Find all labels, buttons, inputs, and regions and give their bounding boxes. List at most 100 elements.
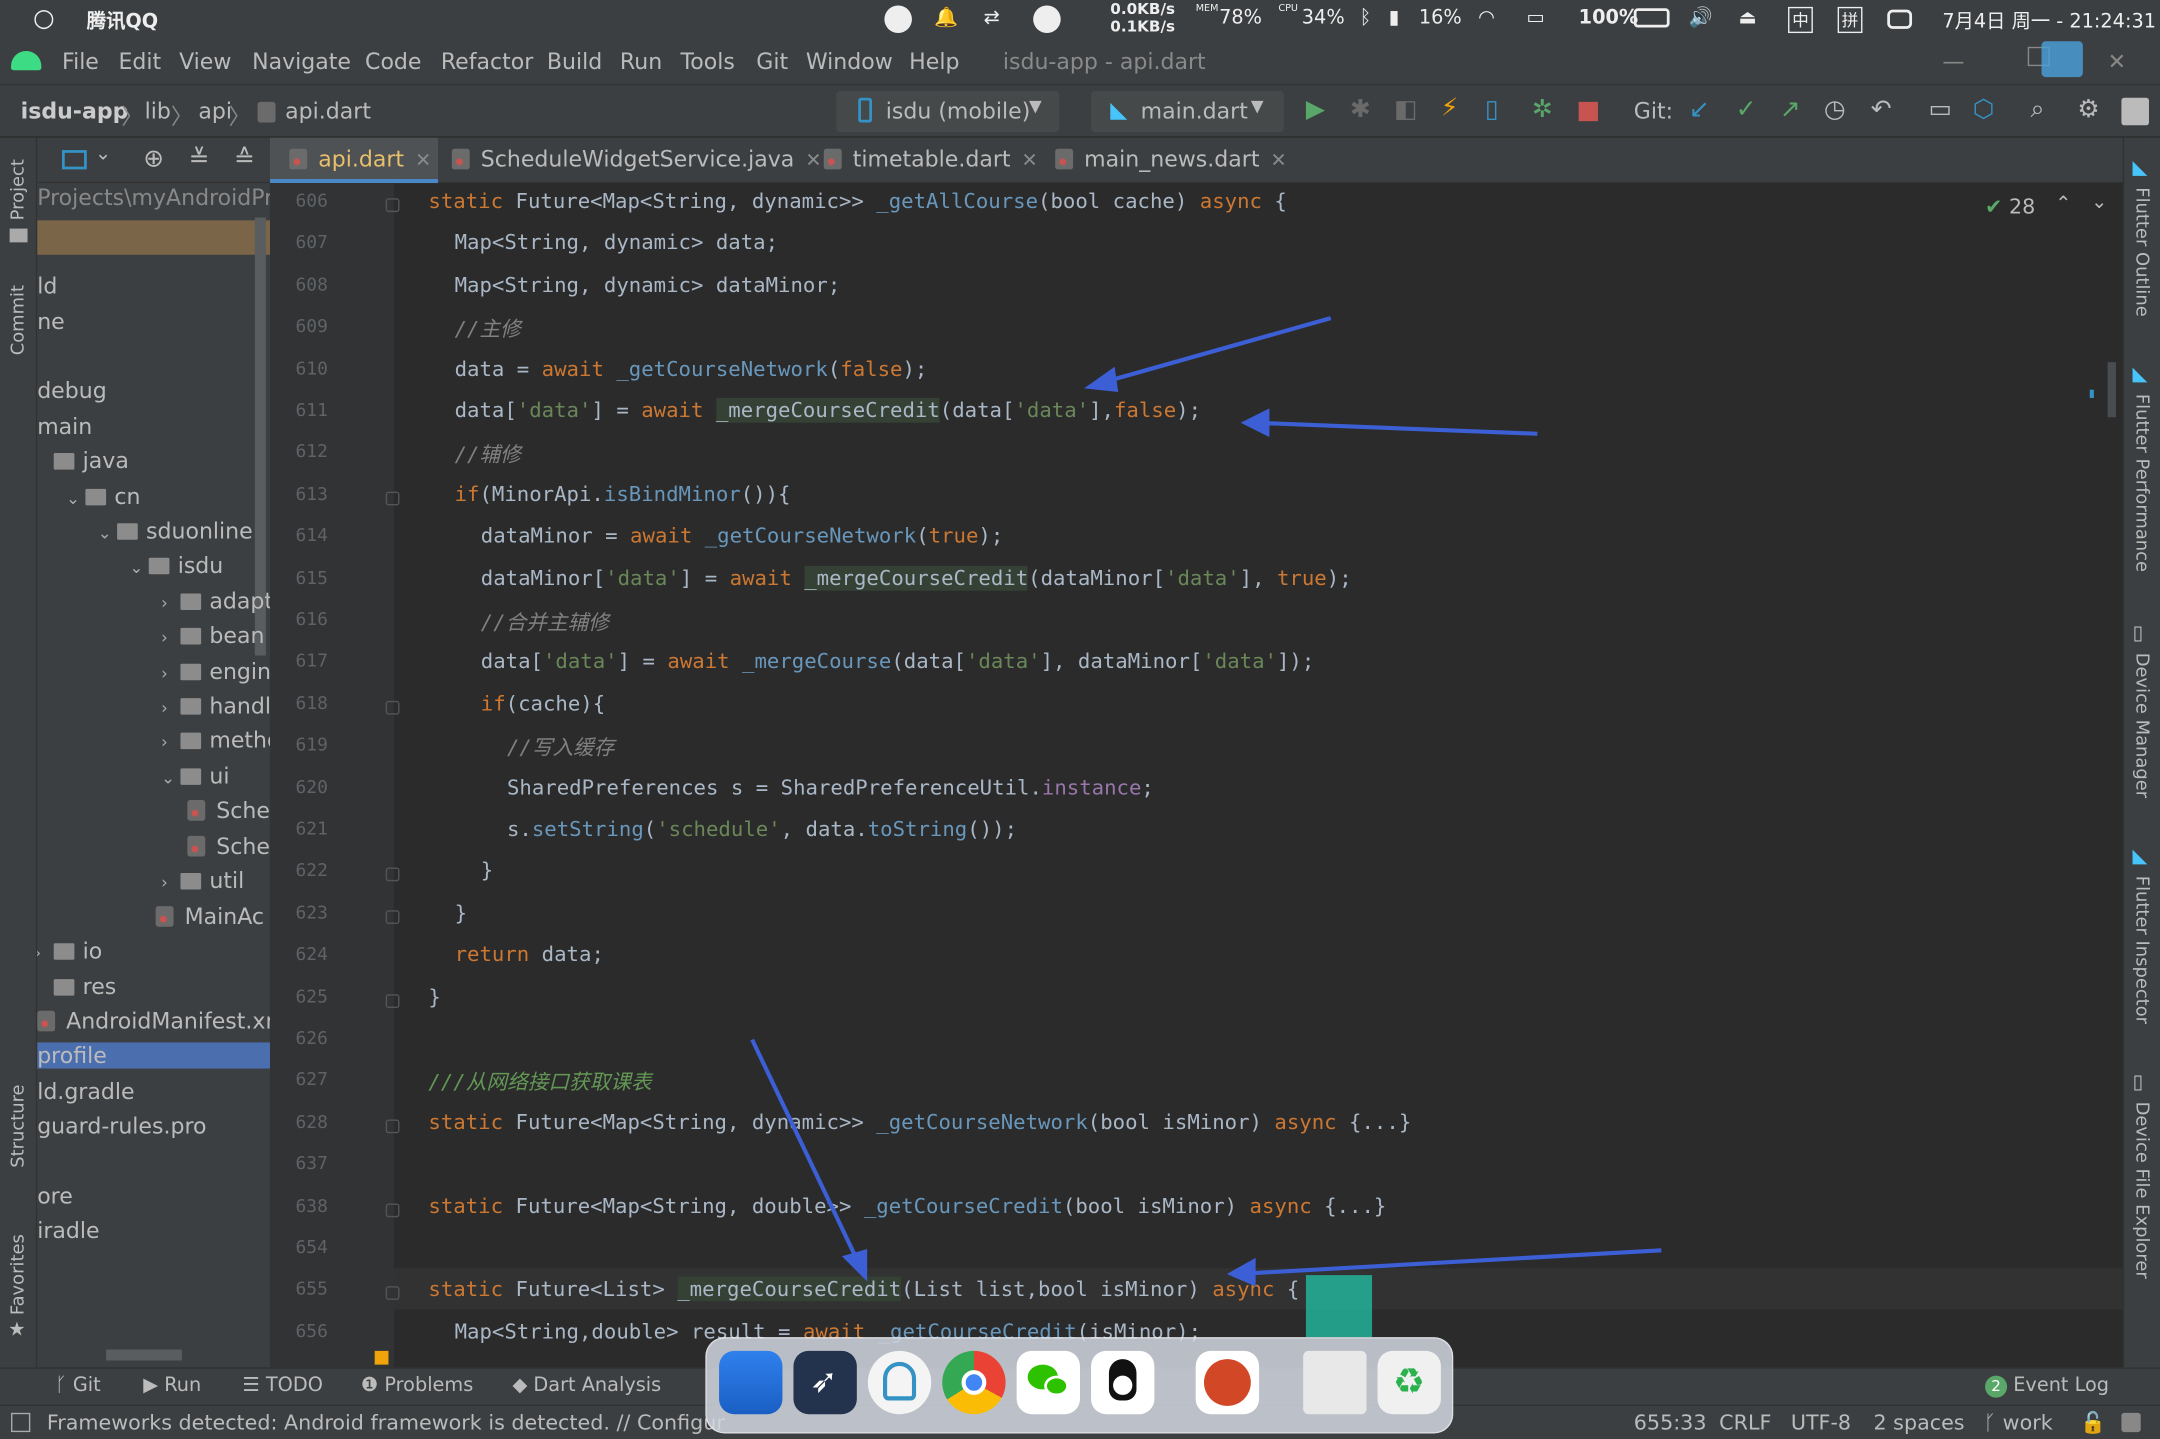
ime-pinyin-icon[interactable]: 拼 xyxy=(1837,6,1863,34)
hot-reload-icon[interactable]: ⚡ xyxy=(1441,94,1458,123)
tab-timetable-dart[interactable]: timetable.dart ✕ xyxy=(823,138,1038,183)
wechat-icon[interactable] xyxy=(1016,1350,1080,1415)
tree-item[interactable]: ⌄ ui xyxy=(161,763,229,789)
device-manager-icon[interactable]: ▭ xyxy=(1929,95,1952,124)
git-commit-icon[interactable]: ✓ xyxy=(1736,95,1757,124)
dart-analysis-tool-button[interactable]: ◆ Dart Analysis xyxy=(512,1374,661,1396)
tree-item[interactable]: ore xyxy=(37,1183,73,1209)
favorites-tool-tab[interactable]: Favorites xyxy=(8,1234,29,1315)
sdk-manager-icon[interactable]: ⬡ xyxy=(1973,95,1995,124)
tree-item[interactable]: profile xyxy=(37,1042,270,1069)
hot-restart-icon[interactable]: ▯ xyxy=(1485,95,1499,124)
tab-api-dart[interactable]: api.dart ✕ xyxy=(269,137,439,184)
tree-item[interactable]: › bean xyxy=(161,622,264,648)
tree-item[interactable]: iradle xyxy=(37,1217,99,1243)
minimize-button[interactable]: — xyxy=(1942,48,1964,74)
breadcrumb-api[interactable]: api xyxy=(198,98,232,124)
tree-item[interactable]: ›io xyxy=(37,938,102,964)
chevron-down-icon[interactable]: ⌄ xyxy=(95,143,111,165)
menu-help[interactable]: Help xyxy=(909,48,959,74)
chevron-icon[interactable]: ⌄ xyxy=(161,768,180,787)
breadcrumb-file[interactable]: api.dart xyxy=(285,98,371,124)
chevron-icon[interactable]: ⌄ xyxy=(66,489,85,508)
status-message[interactable]: Frameworks detected: Android framework i… xyxy=(47,1410,725,1435)
tab-main-news-dart[interactable]: main_news.dart ✕ xyxy=(1055,138,1287,183)
flutter-inspector-tab[interactable]: Flutter Inspector xyxy=(2131,876,2152,1024)
menu-file[interactable]: File xyxy=(62,48,99,74)
line-separator[interactable]: CRLF xyxy=(1719,1410,1771,1435)
chevron-icon[interactable]: › xyxy=(37,943,54,962)
run-config-selector[interactable]: ◣ main.dart ▼ xyxy=(1091,90,1284,133)
menu-git[interactable]: Git xyxy=(756,48,788,74)
chevron-icon[interactable]: ⌄ xyxy=(129,558,148,577)
ime-zh-icon[interactable]: 中 xyxy=(1788,6,1813,34)
chevron-icon[interactable]: › xyxy=(161,873,180,892)
todo-tool-button[interactable]: ☰ TODO xyxy=(242,1374,322,1396)
chevron-icon[interactable]: ⌄ xyxy=(98,523,117,542)
desktop-app-icon[interactable] xyxy=(719,1350,783,1415)
layout-toggle-icon[interactable] xyxy=(11,1412,31,1433)
menu-tools[interactable]: Tools xyxy=(681,48,735,74)
battery-icon[interactable] xyxy=(1633,8,1670,28)
tree-item[interactable]: ⌄ sduonline xyxy=(98,518,253,544)
chevron-icon[interactable]: › xyxy=(161,698,180,717)
device-selector[interactable]: isdu (mobile) ▼ xyxy=(836,90,1060,133)
wifi-icon[interactable]: ◠ xyxy=(1478,7,1495,29)
gear-icon[interactable]: ⚙ xyxy=(2077,95,2099,124)
menu-navigate[interactable]: Navigate xyxy=(252,48,351,74)
tree-item[interactable]: Sche xyxy=(187,797,270,823)
avatar[interactable] xyxy=(2121,97,2149,126)
collapse-all-icon[interactable]: ≙ xyxy=(234,145,255,174)
breadcrumb-project[interactable]: isdu-app xyxy=(21,98,129,124)
breadcrumb-lib[interactable]: lib xyxy=(145,98,171,124)
menu-build[interactable]: Build xyxy=(547,48,602,74)
telegram-icon[interactable] xyxy=(884,5,912,34)
menu-window[interactable]: Window xyxy=(806,48,893,74)
screenshot-thumbnail[interactable] xyxy=(1303,1350,1367,1415)
git-update-icon[interactable]: ↙ xyxy=(1689,95,1710,124)
recycle-bin-icon[interactable]: ♻ xyxy=(1377,1350,1441,1415)
eject-circle-icon[interactable] xyxy=(1033,5,1061,34)
close-tab-icon[interactable]: ✕ xyxy=(1270,150,1286,172)
problems-tool-button[interactable]: ❶ Problems xyxy=(361,1374,473,1396)
tree-item[interactable]: ›method xyxy=(161,727,270,753)
volume-icon[interactable]: 🔊 xyxy=(1689,7,1713,29)
chevron-icon[interactable]: › xyxy=(161,733,180,752)
flutter-outline-tab[interactable]: Flutter Outline xyxy=(2131,187,2152,316)
tree-item[interactable]: ›handler xyxy=(161,693,270,719)
chevron-icon[interactable]: › xyxy=(161,664,180,683)
eject-icon[interactable]: ⏏ xyxy=(1738,7,1756,29)
chevron-icon[interactable]: › xyxy=(161,628,180,647)
expand-all-icon[interactable]: ≚ xyxy=(189,145,210,174)
rollback-icon[interactable]: ↶ xyxy=(1871,95,1892,124)
search-icon[interactable]: ⌕ xyxy=(2031,95,2045,124)
menu-code[interactable]: Code xyxy=(365,48,421,74)
circle-icon[interactable]: ○ xyxy=(33,4,55,33)
menu-edit[interactable]: Edit xyxy=(118,48,161,74)
lock-icon[interactable]: 🔓 xyxy=(2080,1410,2106,1435)
close-tab-icon[interactable]: ✕ xyxy=(1022,150,1038,172)
android-studio-app-icon[interactable] xyxy=(867,1350,932,1415)
menu-refactor[interactable]: Refactor xyxy=(441,48,533,74)
project-view-icon[interactable] xyxy=(61,150,87,170)
transfer-icon[interactable]: ⇄ xyxy=(984,7,1000,29)
bell-icon[interactable]: 🔔 xyxy=(934,7,958,29)
tree-item[interactable]: ld xyxy=(37,273,57,299)
control-center-icon[interactable] xyxy=(1887,9,1913,29)
stop-icon[interactable] xyxy=(1578,101,1598,122)
attach-debugger-icon[interactable]: ✲ xyxy=(1532,95,1553,124)
display-icon[interactable]: ▭ xyxy=(1526,7,1544,29)
file-encoding[interactable]: UTF-8 xyxy=(1791,1410,1851,1435)
project-tool-tab[interactable]: Project xyxy=(8,159,29,220)
device-manager-tab[interactable]: Device Manager xyxy=(2131,653,2152,798)
tree-item[interactable]: ne xyxy=(37,308,65,334)
tree-item[interactable]: debug xyxy=(37,377,107,403)
tree-item[interactable]: Sche xyxy=(187,833,270,859)
locate-icon[interactable]: ⊕ xyxy=(143,145,164,174)
device-file-explorer-tab[interactable]: Device File Explorer xyxy=(2131,1102,2152,1279)
coverage-icon[interactable]: ◧ xyxy=(1394,95,1417,124)
cursor-position[interactable]: 655:33 xyxy=(1634,1410,1707,1435)
tree-item[interactable]: ›engine( xyxy=(161,658,270,684)
powerpoint-icon[interactable] xyxy=(1195,1350,1260,1415)
event-log-button[interactable]: 2 Event Log xyxy=(1985,1374,2109,1398)
